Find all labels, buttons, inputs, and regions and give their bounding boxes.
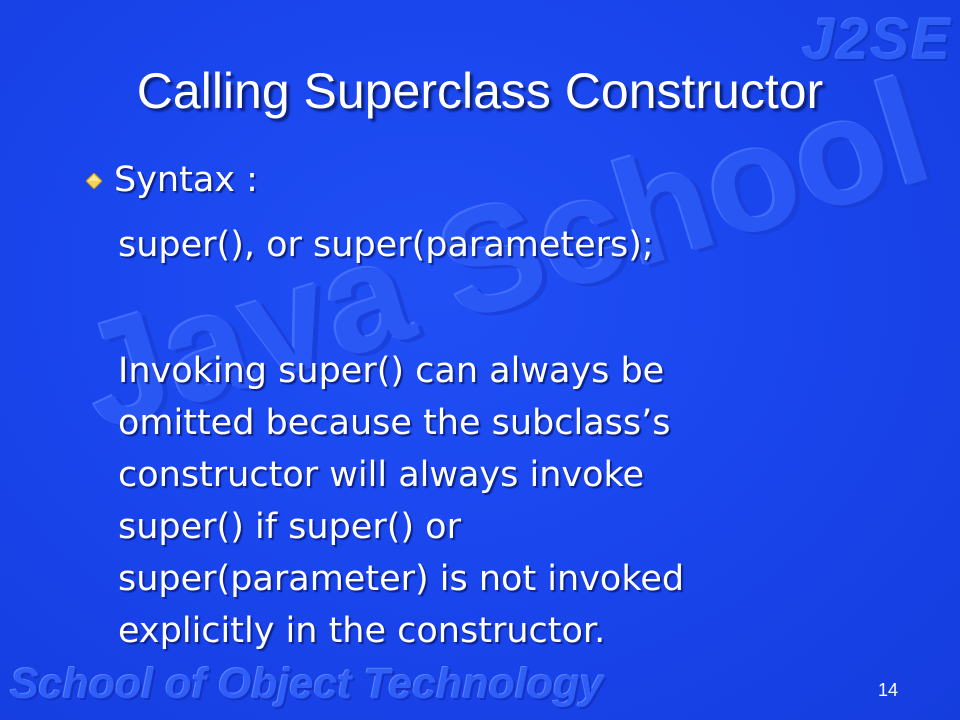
bullet-item: Syntax : xyxy=(85,160,258,200)
diamond-bullet-icon xyxy=(85,172,103,190)
paragraph-line: constructor will always invoke xyxy=(118,455,645,495)
paragraph-line: omitted because the subclass’s xyxy=(118,403,671,443)
paragraph-line: Invoking super() can always be xyxy=(118,351,665,391)
footer-watermark: School of Object Technology xyxy=(10,660,604,708)
syntax-line: super(), or super(parameters); xyxy=(118,225,654,265)
slide: J2SE Java School School of Object Techno… xyxy=(0,0,960,720)
paragraph-line: explicitly in the constructor. xyxy=(118,611,606,651)
slide-title: Calling Superclass Constructor xyxy=(136,63,824,119)
page-number: 14 xyxy=(878,680,899,700)
paragraph-line: super(parameter) is not invoked xyxy=(118,559,685,599)
paragraph-line: super() if super() or xyxy=(118,507,461,547)
bullet-label: Syntax : xyxy=(114,160,258,200)
explanation-paragraph: Invoking super() can always be omitted b… xyxy=(118,345,918,657)
